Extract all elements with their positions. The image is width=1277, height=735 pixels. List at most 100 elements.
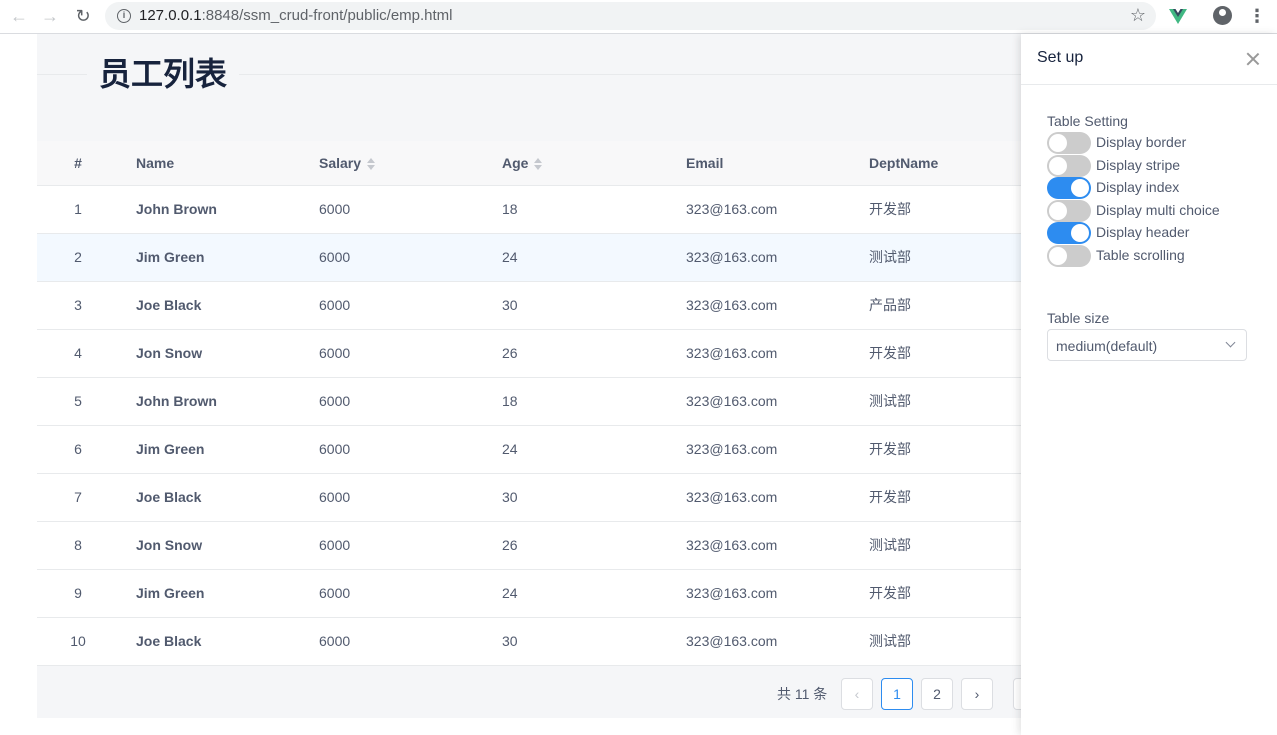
sort-icon[interactable] [367,158,376,171]
row-salary-cell: 6000 [301,473,484,522]
table-row[interactable]: 3 Joe Black 6000 30 323@163.com 产品部 [37,281,1021,330]
profile-avatar-icon[interactable] [1213,6,1232,25]
table-setting-label: Table Setting [1047,113,1128,129]
row-name-cell: Joe Black [119,617,301,666]
row-age-cell: 30 [484,281,668,330]
toggle-switch[interactable] [1047,154,1091,177]
column-header-dept: DeptName [852,141,1021,186]
table-header-row: # Name Salary Age Email DeptName [37,141,1021,186]
switch-label: Display multi choice [1096,201,1220,218]
settings-drawer: Set up Table Setting Display border Displ… [1021,34,1277,735]
row-index-cell: 8 [37,521,119,570]
forward-arrow-icon[interactable]: → [38,6,62,26]
row-name-cell: Joe Black [119,473,301,522]
column-header-age[interactable]: Age [484,141,668,186]
table-size-select[interactable]: medium(default) [1047,329,1247,361]
table-row[interactable]: 9 Jim Green 6000 24 323@163.com 开发部 [37,569,1021,618]
row-email-cell: 323@163.com [668,473,852,522]
row-dept-cell: 测试部 [852,377,1021,426]
toggle-switch[interactable] [1047,177,1091,199]
table-row[interactable]: 6 Jim Green 6000 24 323@163.com 开发部 [37,425,1021,474]
row-name-cell: Jim Green [119,425,301,474]
row-email-cell: 323@163.com [668,521,852,570]
table-size-label: Table size [1047,310,1110,326]
row-age-cell: 24 [484,569,668,618]
row-age-cell: 18 [484,377,668,426]
next-page-button[interactable]: › [961,678,993,710]
row-name-cell: Joe Black [119,281,301,330]
table-row[interactable]: 4 Jon Snow 6000 26 323@163.com 开发部 [37,329,1021,378]
bookmark-star-icon[interactable]: ☆ [1130,5,1146,26]
row-dept-cell: 产品部 [852,281,1021,330]
row-email-cell: 323@163.com [668,185,852,234]
row-dept-cell: 测试部 [852,521,1021,570]
employee-table: # Name Salary Age Email DeptName 1 John B… [37,141,1021,666]
table-row[interactable]: 10 Joe Black 6000 30 323@163.com 测试部 [37,617,1021,666]
row-index-cell: 1 [37,185,119,234]
switch-label: Table scrolling [1096,246,1185,263]
toggle-switch[interactable] [1047,199,1091,222]
row-name-cell: John Brown [119,377,301,426]
sort-icon[interactable] [534,158,543,171]
row-age-cell: 26 [484,521,668,570]
column-header-email: Email [668,141,852,186]
row-salary-cell: 6000 [301,233,484,282]
row-index-cell: 2 [37,233,119,282]
row-salary-cell: 6000 [301,617,484,666]
row-index-cell: 6 [37,425,119,474]
toggle-switch[interactable] [1047,244,1091,267]
row-email-cell: 323@163.com [668,425,852,474]
prev-page-button[interactable]: ‹ [841,678,873,710]
employee-page: 员工列表 # Name Salary Age Email DeptName 1J… [37,34,1053,718]
switch-label: Display index [1096,179,1180,195]
table-row[interactable]: 1 John Brown 6000 18 323@163.com 开发部 [37,185,1021,234]
toggle-switch[interactable] [1047,222,1091,244]
info-icon[interactable]: i [117,9,131,23]
drawer-header: Set up [1021,34,1277,85]
row-index-cell: 5 [37,377,119,426]
row-email-cell: 323@163.com [668,329,852,378]
row-salary-cell: 6000 [301,569,484,618]
salary-header-label: Salary [319,154,362,171]
column-header-index: # [37,141,119,186]
column-header-name: Name [119,141,301,186]
table-row[interactable]: 2 Jim Green 6000 24 323@163.com 测试部 [37,233,1021,282]
row-index-cell: 7 [37,473,119,522]
row-dept-cell: 测试部 [852,233,1021,282]
switch-label: Display stripe [1096,156,1181,173]
page-button-1[interactable]: 1 [881,678,913,710]
row-salary-cell: 6000 [301,185,484,234]
page-button-2[interactable]: 2 [921,678,953,710]
table-row[interactable]: 8 Jon Snow 6000 26 323@163.com 测试部 [37,521,1021,570]
table-row[interactable]: 7 Joe Black 6000 30 323@163.com 开发部 [37,473,1021,522]
pagination-total: 共 11 条 [777,686,828,702]
close-icon[interactable] [1244,50,1262,68]
table-row[interactable]: 5 John Brown 6000 18 323@163.com 测试部 [37,377,1021,426]
address-bar[interactable]: i 127.0.0.1:8848/ssm_crud-front/public/e… [105,2,1156,30]
row-salary-cell: 6000 [301,425,484,474]
row-name-cell: John Brown [119,185,301,234]
row-dept-cell: 开发部 [852,425,1021,474]
row-email-cell: 323@163.com [668,569,852,618]
url-text[interactable]: 127.0.0.1:8848/ssm_crud-front/public/emp… [139,7,453,24]
column-header-salary[interactable]: Salary [301,141,484,186]
back-arrow-icon[interactable]: ← [7,6,31,26]
age-header-label: Age [502,154,529,171]
chevron-down-icon [1225,337,1236,348]
reload-icon[interactable]: ↻ [71,6,95,26]
toggle-switch[interactable] [1047,132,1091,154]
row-salary-cell: 6000 [301,281,484,330]
row-index-cell: 3 [37,281,119,330]
row-age-cell: 26 [484,329,668,378]
row-email-cell: 323@163.com [668,281,852,330]
browser-menu-icon[interactable]: ⋮ [1248,6,1266,26]
row-index-cell: 10 [37,617,119,666]
vue-devtools-icon[interactable] [1168,6,1188,26]
row-dept-cell: 开发部 [852,185,1021,234]
row-index-cell: 4 [37,329,119,378]
row-name-cell: Jim Green [119,233,301,282]
row-email-cell: 323@163.com [668,377,852,426]
row-salary-cell: 6000 [301,377,484,426]
row-dept-cell: 开发部 [852,473,1021,522]
row-age-cell: 24 [484,425,668,474]
